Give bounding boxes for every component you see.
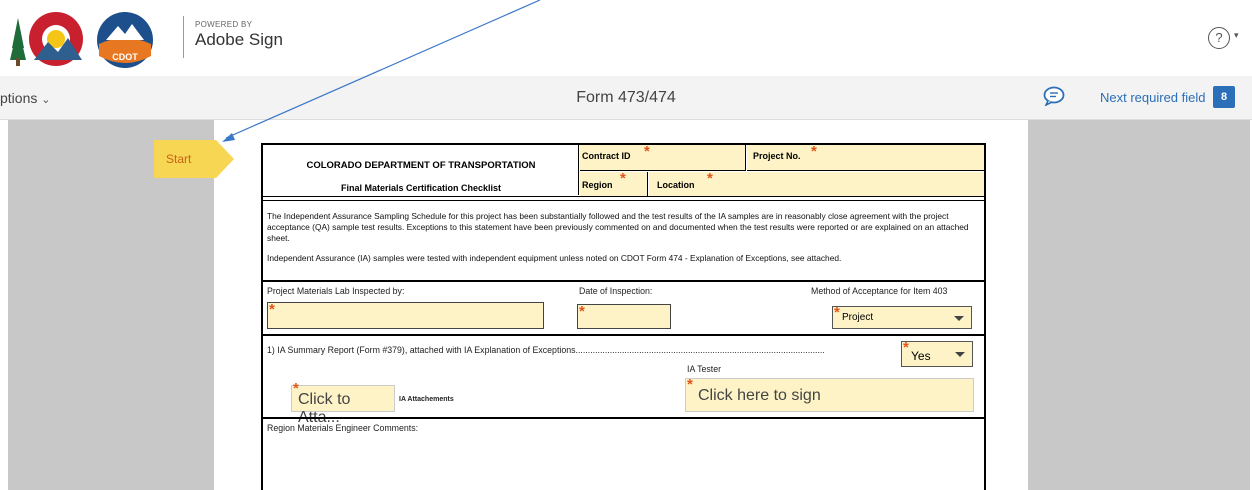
required-marker: * — [707, 170, 713, 187]
form-title: Final Materials Certification Checklist — [340, 183, 502, 193]
chevron-down-icon — [954, 316, 964, 321]
ia-attachment-field[interactable]: * Click to Atta... — [291, 380, 395, 426]
ia-summary-select[interactable]: * Yes — [901, 339, 973, 367]
required-marker: * — [811, 143, 817, 160]
required-marker: * — [579, 303, 585, 320]
ia-attachments-label: IA Attachements — [399, 396, 454, 403]
attachment-placeholder: Click to Atta... — [298, 391, 351, 426]
form-divider — [263, 334, 984, 336]
required-marker: * — [644, 143, 650, 160]
required-marker: * — [903, 339, 909, 356]
date-inspection-input[interactable]: * — [577, 303, 671, 329]
ia-tester-label: IA Tester — [687, 364, 722, 374]
form-header: COLORADO DEPARTMENT OF TRANSPORTATION Fi… — [263, 145, 579, 195]
ia-tester-signature-field[interactable]: * Click here to sign — [685, 376, 974, 412]
region-field[interactable]: Region * — [580, 170, 648, 196]
required-marker: * — [834, 304, 840, 321]
contract-id-label: Contract ID — [582, 151, 631, 161]
required-marker: * — [687, 376, 693, 393]
date-inspection-label: Date of Inspection: — [579, 286, 653, 296]
method-acceptance-select[interactable]: * Project — [832, 304, 972, 329]
contract-id-field[interactable]: Contract ID * — [580, 143, 746, 171]
form-divider — [263, 200, 984, 201]
lab-inspected-label: Project Materials Lab Inspected by: — [267, 286, 405, 296]
method-acceptance-label: Method of Acceptance for Item 403 — [811, 286, 948, 296]
ia-statement-paragraph: The Independent Assurance Sampling Sched… — [267, 211, 969, 243]
location-label: Location — [657, 180, 695, 190]
ia-equipment-paragraph: Independent Assurance (IA) samples were … — [267, 253, 842, 263]
method-acceptance-value: Project — [842, 312, 874, 323]
required-marker: * — [269, 301, 275, 318]
lab-inspected-input[interactable]: * — [267, 301, 544, 329]
comments-label: Region Materials Engineer Comments: — [267, 423, 419, 433]
form-divider — [263, 417, 984, 419]
region-label: Region — [582, 180, 613, 190]
form-473-474: COLORADO DEPARTMENT OF TRANSPORTATION Fi… — [261, 143, 986, 490]
location-field[interactable]: Location * — [649, 170, 984, 196]
ia-summary-label: 1) IA Summary Report (Form #379), attach… — [267, 345, 825, 355]
ia-summary-value: Yes — [911, 349, 931, 363]
project-no-field[interactable]: Project No. * — [747, 143, 984, 171]
signature-placeholder: Click here to sign — [698, 387, 821, 404]
form-divider — [263, 196, 984, 197]
form-divider — [263, 280, 984, 282]
chevron-down-icon — [955, 352, 965, 357]
start-button[interactable]: Start — [154, 140, 234, 178]
agency-name: COLORADO DEPARTMENT OF TRANSPORTATION — [306, 160, 536, 171]
project-no-label: Project No. — [753, 151, 801, 161]
required-marker: * — [620, 170, 626, 187]
